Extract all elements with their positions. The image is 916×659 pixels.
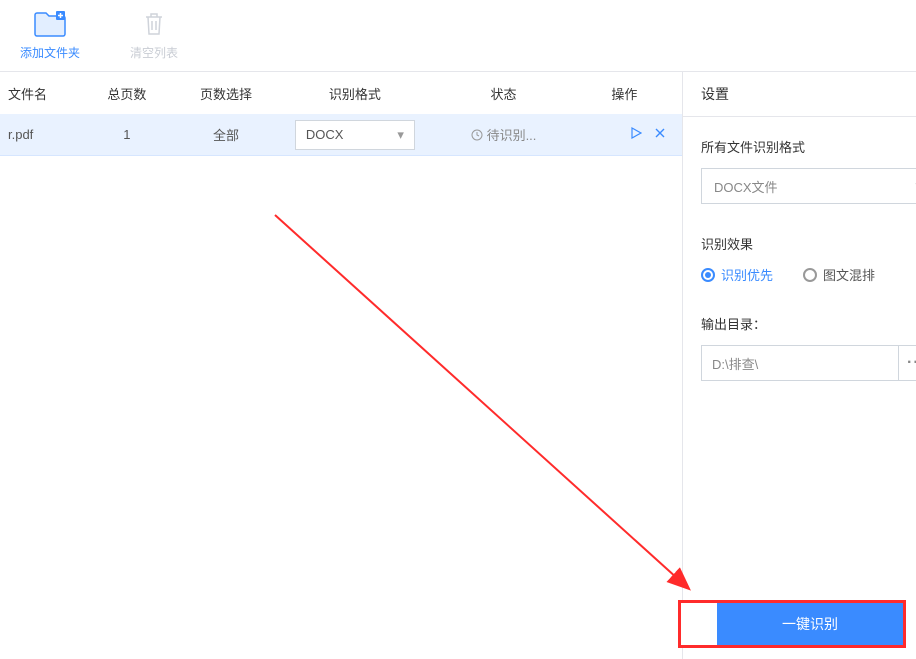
table-header: 文件名 总页数 页数选择 识别格式 状态 操作	[0, 72, 682, 114]
all-files-format-select[interactable]: DOCX文件 ▾	[701, 168, 916, 204]
table-row[interactable]: r.pdf 1 全部 DOCX ▾ 待识别...	[0, 114, 682, 156]
col-header-pages: 总页数	[87, 84, 166, 103]
col-header-page-select: 页数选择	[167, 84, 286, 103]
radio-label-priority: 识别优先	[721, 265, 773, 284]
col-header-action: 操作	[583, 84, 682, 103]
col-header-status: 状态	[424, 84, 583, 103]
col-header-name: 文件名	[8, 84, 87, 103]
cell-pages: 1	[87, 127, 166, 142]
clock-icon	[471, 129, 483, 141]
bottom-spacer	[681, 603, 717, 645]
bottom-action-highlight: 一键识别	[678, 600, 906, 648]
row-play-button[interactable]	[630, 126, 642, 144]
format-select-value: DOCX	[306, 127, 344, 142]
status-badge: 待识别...	[471, 125, 537, 144]
row-remove-button[interactable]	[654, 126, 666, 144]
clear-list-button[interactable]: 清空列表	[130, 10, 178, 61]
radio-recognition-priority[interactable]: 识别优先	[701, 265, 773, 284]
close-icon	[654, 127, 666, 139]
format-select[interactable]: DOCX ▾	[295, 120, 415, 150]
file-list-panel: 文件名 总页数 页数选择 识别格式 状态 操作 r.pdf 1 全部 DOCX …	[0, 72, 683, 659]
output-path-input[interactable]	[701, 345, 899, 381]
status-text: 待识别...	[487, 125, 537, 144]
chevron-down-icon: ▾	[397, 127, 404, 143]
add-folder-button[interactable]: 添加文件夹	[20, 10, 80, 61]
radio-icon	[803, 268, 817, 282]
clear-list-label: 清空列表	[130, 44, 178, 61]
format-label: 所有文件识别格式	[701, 137, 916, 156]
radio-mixed-layout[interactable]: 图文混排	[803, 265, 875, 284]
play-icon	[630, 127, 642, 139]
folder-plus-icon	[34, 10, 66, 38]
output-label: 输出目录：	[701, 314, 916, 333]
browse-button[interactable]: ···	[899, 345, 916, 381]
col-header-format: 识别格式	[285, 84, 424, 103]
all-files-format-value: DOCX文件	[714, 177, 778, 196]
cell-page-select[interactable]: 全部	[167, 125, 286, 144]
cell-filename: r.pdf	[8, 127, 87, 142]
effect-label: 识别效果	[701, 234, 916, 253]
add-folder-label: 添加文件夹	[20, 44, 80, 61]
trash-icon	[138, 10, 170, 38]
start-recognition-button[interactable]: 一键识别	[717, 603, 903, 645]
radio-icon	[701, 268, 715, 282]
settings-title: 设置	[683, 72, 916, 117]
radio-label-mixed: 图文混排	[823, 265, 875, 284]
settings-panel: 设置 所有文件识别格式 DOCX文件 ▾ 识别效果 识别优先	[683, 72, 916, 659]
